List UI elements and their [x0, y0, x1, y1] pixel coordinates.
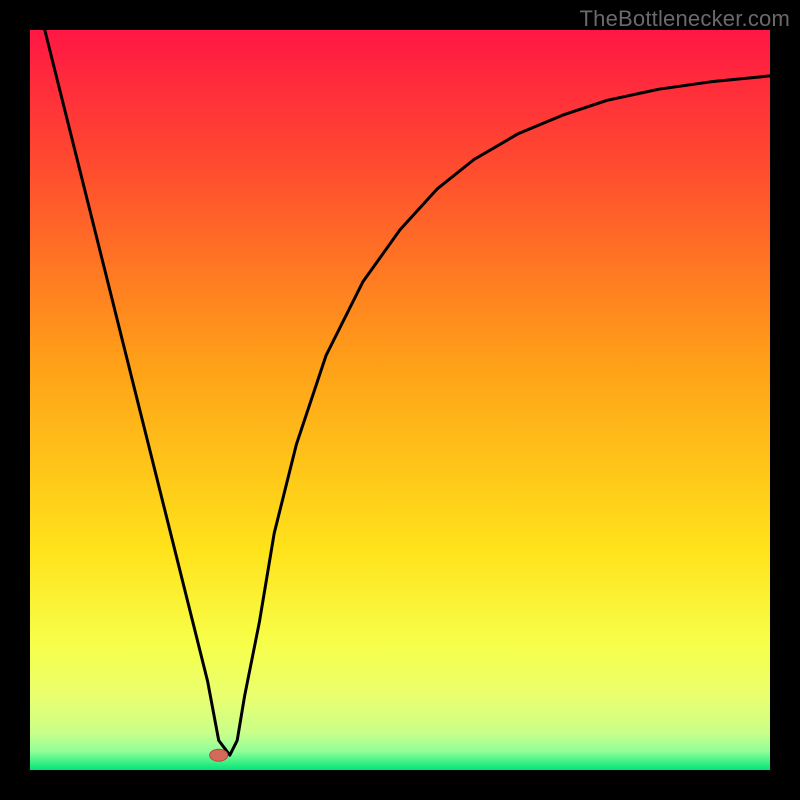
attribution-text: TheBottlenecker.com — [580, 6, 790, 32]
gradient-background — [30, 30, 770, 770]
chart-frame: TheBottlenecker.com — [0, 0, 800, 800]
bottleneck-chart — [30, 30, 770, 770]
plot-area — [30, 30, 770, 770]
optimum-marker — [210, 749, 228, 761]
